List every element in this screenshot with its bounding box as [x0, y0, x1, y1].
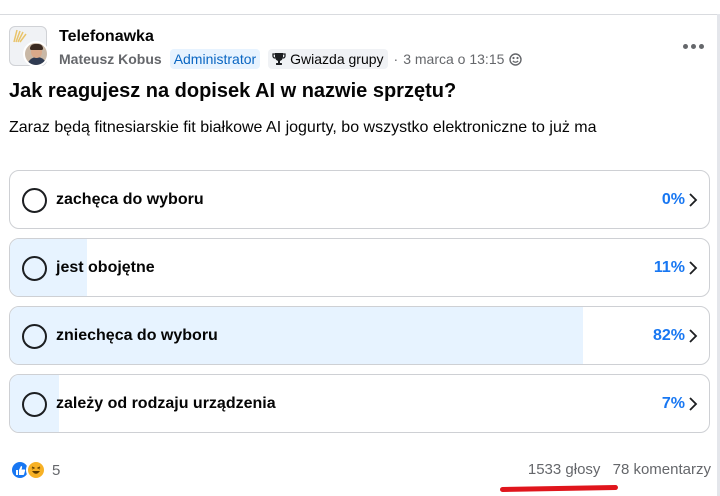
radio-icon[interactable] — [22, 392, 47, 417]
group-logo-icon — [13, 29, 27, 43]
poll-option-percent: 82% — [652, 327, 685, 344]
radio-icon[interactable] — [22, 256, 47, 281]
more-options-icon[interactable] — [682, 38, 704, 54]
globe-icon[interactable] — [509, 52, 523, 66]
radio-icon[interactable] — [22, 324, 47, 349]
group-star-badge[interactable]: Gwiazda grupy — [268, 49, 388, 69]
admin-badge[interactable]: Administrator — [169, 49, 261, 69]
red-underline-annotation — [499, 484, 619, 493]
meta-separator: · — [393, 51, 399, 67]
poll-option-label: zależy od rodzaju urządzenia — [56, 395, 276, 412]
poll-option-3[interactable]: zniechęca do wyboru 82% — [9, 306, 710, 365]
poll-option-percent: 7% — [661, 395, 685, 412]
poll-option-label: zniechęca do wyboru — [56, 327, 218, 344]
chevron-right-icon[interactable] — [687, 260, 699, 276]
author-name[interactable]: Mateusz Kobus — [59, 51, 162, 67]
reaction-count: 5 — [52, 461, 61, 479]
radio-icon[interactable] — [22, 188, 47, 213]
trophy-icon — [272, 53, 286, 65]
poll-option-1[interactable]: zachęca do wyboru 0% — [9, 170, 710, 229]
chevron-right-icon[interactable] — [687, 396, 699, 412]
comments-count[interactable]: 78 komentarzy — [613, 461, 711, 478]
haha-icon — [26, 460, 46, 480]
author-avatar[interactable] — [23, 41, 49, 67]
poll-option-2[interactable]: jest obojętne 11% — [9, 238, 710, 297]
group-name[interactable]: Telefonawka — [59, 28, 154, 46]
post-timestamp[interactable]: 3 marca o 13:15 — [403, 51, 504, 67]
chevron-right-icon[interactable] — [687, 192, 699, 208]
poll-option-label: jest obojętne — [56, 259, 155, 276]
group-star-label: Gwiazda grupy — [290, 51, 384, 67]
chevron-right-icon[interactable] — [687, 328, 699, 344]
reactions-summary[interactable]: 5 — [10, 460, 60, 480]
poll-question: Jak reagujesz na dopisek AI w nazwie spr… — [9, 80, 457, 102]
votes-count[interactable]: 1533 głosy — [528, 461, 601, 478]
poll-option-label: zachęca do wyboru — [56, 191, 204, 208]
poll-option-4[interactable]: zależy od rodzaju urządzenia 7% — [9, 374, 710, 433]
post-meta: Mateusz Kobus Administrator Gwiazda grup… — [59, 49, 523, 69]
poll-option-percent: 0% — [661, 191, 685, 208]
post-stats: 1533 głosy 78 komentarzy — [528, 461, 711, 478]
top-divider — [0, 14, 720, 15]
post-description: Zaraz będą fitnesiarskie fit białkowe AI… — [9, 119, 597, 136]
poll-option-percent: 11% — [653, 259, 685, 276]
